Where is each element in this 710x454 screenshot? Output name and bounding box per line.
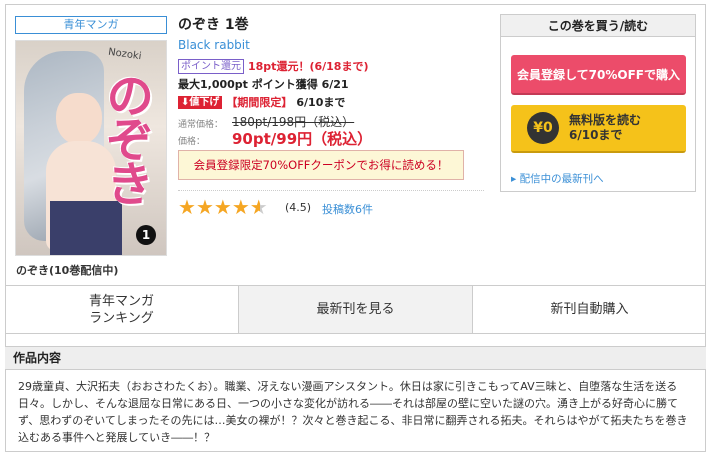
register-buy-button[interactable]: 会員登録して70%OFFで購入 (511, 55, 686, 95)
page-title: のぞき 1巻 (178, 17, 249, 33)
reviews-link[interactable]: 投稿数6件 (322, 201, 373, 217)
latest-volume-button[interactable]: 最新刊を見る (238, 286, 473, 333)
cover-volume-badge: 1 (136, 225, 156, 245)
point-return-text: 18pt還元！(6/18まで) (248, 60, 369, 73)
cover-art-skirt (50, 201, 122, 255)
star-icon: ★ (195, 195, 214, 219)
cover-title-art: のぞき (97, 71, 153, 203)
buy-panel: この巻を買う/読む 会員登録して70%OFFで購入 ¥0 無料版を読む 6/10… (500, 14, 696, 192)
star-rating: ★ ★ ★ ★ ★ (178, 197, 268, 217)
divider (178, 190, 484, 191)
free-read-label: 無料版を読む (569, 113, 642, 127)
star-icon: ★ (213, 195, 232, 219)
author-link[interactable]: Black rabbit (178, 38, 250, 52)
half-star-icon: ★ (249, 195, 268, 219)
price-down-row: ⬇値下げ 【期間限定】 6/10まで (178, 94, 345, 110)
star-icon: ★ (178, 195, 196, 219)
coupon-banner[interactable]: 会員登録限定70%OFFクーポンでお得に読める！ (178, 150, 464, 180)
buy-panel-header: この巻を買う/読む (501, 15, 695, 37)
free-yen-icon: ¥0 (527, 112, 559, 144)
triangle-right-icon: ▸ (511, 173, 517, 185)
price-down-badge: ⬇値下げ (178, 95, 223, 109)
limited-until: 6/10まで (296, 96, 346, 109)
max-points-row: 最大1,000pt ポイント獲得 6/21 (178, 78, 349, 91)
star-icon: ★ (231, 195, 250, 219)
normal-price-label: 通常価格： (178, 120, 224, 130)
description-text: 29歳童貞、大沢拓夫（おおさわたくお）。職業、冴えない漫画アシスタント。休日は家… (18, 380, 688, 444)
description-header: 作品内容 (5, 346, 706, 370)
current-price: 90pt/99円（税込） (232, 130, 373, 148)
genre-tag[interactable]: 青年マンガ (15, 16, 167, 34)
auto-purchase-button[interactable]: 新刊自動購入 (473, 286, 706, 333)
cover-image[interactable]: Nozoki のぞき 1 (15, 40, 167, 256)
limited-label: 【期間限定】 (226, 96, 293, 109)
latest-volume-link[interactable]: ▸ 配信中の最新刊へ (511, 171, 604, 186)
price-label: 価格： (178, 137, 206, 147)
nav-row: 青年マンガ ランキング 最新刊を見る 新刊自動購入 (5, 285, 706, 334)
free-read-button[interactable]: ¥0 無料版を読む 6/10まで (511, 105, 686, 153)
series-name: のぞき(10巻配信中) (16, 264, 119, 277)
point-return-badge: ポイント還元 (178, 58, 244, 74)
free-read-until: 6/10まで (569, 128, 623, 142)
ranking-button[interactable]: 青年マンガ ランキング (5, 286, 238, 333)
cover-subtitle-art: Nozoki (107, 46, 143, 63)
point-return-row: ポイント還元 18pt還元！(6/18まで) (178, 58, 368, 74)
rating-value: (4.5) (285, 201, 312, 214)
free-read-text: 無料版を読む 6/10まで (569, 113, 641, 143)
